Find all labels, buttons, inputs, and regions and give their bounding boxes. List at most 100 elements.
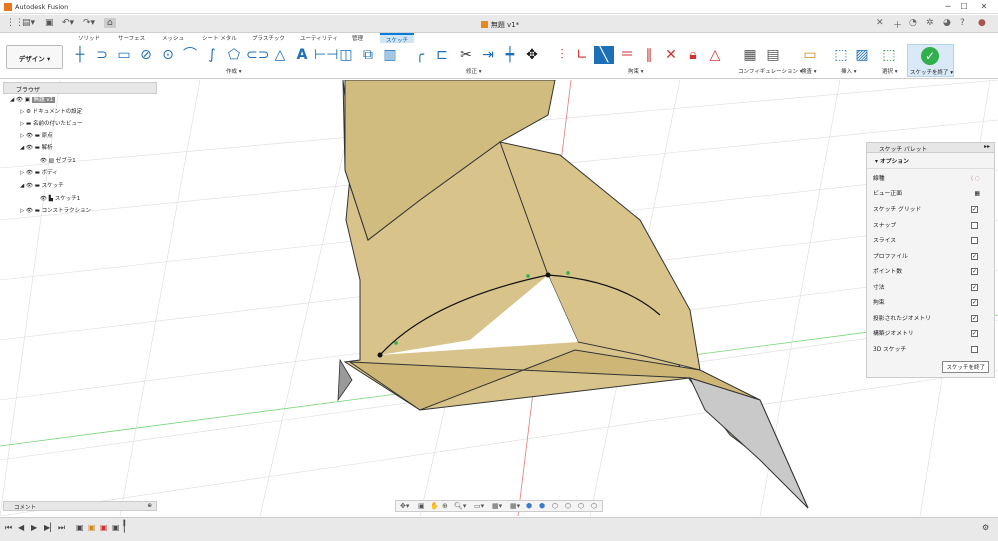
trim-icon[interactable]: ✂: [456, 46, 476, 64]
tab-manage[interactable]: 管理: [352, 34, 363, 42]
polygon-icon[interactable]: ⬠: [224, 46, 244, 64]
expand-icon[interactable]: ▸▸: [984, 144, 990, 150]
browser-item-analysis[interactable]: ◢ 👁︎ ▬ 解析: [20, 143, 53, 154]
document-tab[interactable]: 無題 v1*: [430, 17, 570, 33]
offset-curve-icon[interactable]: ⊏: [432, 46, 452, 64]
effects-icon[interactable]: ⬡: [591, 502, 597, 510]
palette-header[interactable]: スケッチ パレット ▸▸: [867, 143, 994, 153]
timeline-feature-zebra[interactable]: ▣: [100, 523, 108, 532]
timeline-feature-surface[interactable]: ▣: [76, 523, 84, 532]
browser-item-root[interactable]: ◢ 👁︎ ▣ 無題 v1: [10, 95, 56, 106]
calendar-icon[interactable]: ▦: [975, 188, 980, 200]
step-back-icon[interactable]: ◀: [18, 523, 24, 532]
redo-icon[interactable]: ↷▾: [83, 18, 95, 28]
comments-panel[interactable]: コメント ⊕: [3, 501, 157, 511]
tab-plastic[interactable]: プラスチック: [252, 34, 285, 42]
zoom-window-icon[interactable]: 🔍︎▾: [454, 502, 466, 510]
select-icon[interactable]: ⬚: [879, 46, 899, 64]
arc-icon[interactable]: ⌒: [180, 46, 200, 64]
offset-icon[interactable]: ⧉: [358, 46, 378, 64]
project-icon[interactable]: ◫: [336, 46, 356, 64]
browser-item-named-views[interactable]: ▷ ▬ 名前の付いたビュー: [20, 119, 82, 130]
timeline-feature-patch[interactable]: ▣: [88, 523, 96, 532]
image-icon[interactable]: ▨: [852, 46, 872, 64]
viewports-icon[interactable]: ▦▾: [510, 502, 520, 510]
projected-geometry-row[interactable]: 投影されたジオメトリ ✓: [873, 313, 990, 325]
move-icon[interactable]: ✥: [522, 46, 542, 64]
tab-sheet-metal[interactable]: シート メタル: [202, 34, 237, 42]
profile-row[interactable]: プロファイル ✓: [873, 251, 990, 263]
new-tab-icon[interactable]: ＋: [893, 18, 902, 31]
help-icon[interactable]: ?: [960, 18, 965, 28]
maximize-button[interactable]: ☐: [956, 2, 972, 11]
step-forward-icon[interactable]: ▶︎▏: [44, 523, 56, 532]
constraints-row[interactable]: 拘束 ✓: [873, 297, 990, 309]
3d-sketch-row[interactable]: 3D スケッチ: [873, 344, 990, 356]
timeline-marker[interactable]: ╿: [121, 520, 128, 533]
mirror-icon[interactable]: △: [270, 46, 290, 64]
measure-icon[interactable]: ▭: [800, 46, 820, 64]
extrude-icon[interactable]: ▥: [380, 46, 400, 64]
file-menu-icon[interactable]: ▤▾: [22, 18, 35, 28]
browser-panel-header[interactable]: ブラウザ: [3, 82, 157, 94]
spline-icon[interactable]: ∫: [202, 46, 222, 64]
table-icon[interactable]: ▤: [763, 46, 783, 64]
parallel-icon[interactable]: ∥: [639, 46, 659, 64]
linetype-row[interactable]: 線種 ⟨ ◌: [873, 173, 990, 185]
shaded-icon[interactable]: ⬢: [526, 502, 532, 510]
palette-finish-sketch-button[interactable]: スケッチを終了: [942, 361, 989, 373]
shaded-edges-icon[interactable]: ⬢: [539, 502, 545, 510]
fix-icon[interactable]: 🔒︎: [683, 46, 703, 64]
wireframe-icon[interactable]: ⬡: [565, 502, 571, 510]
look-at-icon[interactable]: ▣: [418, 502, 425, 510]
timeline-settings-icon[interactable]: ⚙: [982, 523, 989, 532]
go-to-end-icon[interactable]: ⏭: [58, 523, 65, 533]
slice-checkbox[interactable]: [971, 237, 978, 244]
undo-icon[interactable]: ↶▾: [62, 18, 74, 28]
browser-item-construction[interactable]: ▷ 👁︎ ▬ コンストラクション: [20, 206, 91, 217]
browser-item-sketches[interactable]: ◢ 👁︎ ▬ スケッチ: [20, 181, 64, 192]
play-icon[interactable]: ▶: [31, 523, 37, 532]
linetype-icon[interactable]: ⟨ ◌: [971, 173, 980, 185]
3d-viewport[interactable]: [0, 80, 998, 516]
close-tab-icon[interactable]: ✕: [876, 18, 884, 28]
tab-surface[interactable]: サーフェス: [118, 34, 145, 42]
curve-icon[interactable]: ⊃: [92, 46, 112, 64]
go-to-start-icon[interactable]: ⏮: [5, 523, 12, 533]
browser-item-document-settings[interactable]: ▷ ⚙ ドキュメントの設定: [20, 107, 82, 118]
snap-row[interactable]: スナップ: [873, 220, 990, 232]
construction-geometry-checkbox[interactable]: ✓: [971, 330, 978, 337]
profile-checkbox[interactable]: ✓: [971, 253, 978, 260]
dimension-icon[interactable]: ⊢⊣: [314, 46, 338, 64]
tab-utility[interactable]: ユーティリティ: [300, 34, 338, 42]
browser-item-zebra[interactable]: 👁︎ ▧ ゼブラ1: [40, 156, 76, 167]
design-workspace-button[interactable]: デザイン ▾: [6, 45, 63, 69]
grid-settings-icon[interactable]: ▦▾: [492, 502, 502, 510]
dimensions-row[interactable]: 寸法 ✓: [873, 282, 990, 294]
browser-item-origin[interactable]: ▷ 👁︎ ▬ 原点: [20, 131, 53, 142]
horizontal-vertical-icon[interactable]: ⫶: [552, 46, 572, 64]
midpoint-icon[interactable]: △: [705, 46, 725, 64]
browser-item-sketch1[interactable]: 👁︎ ▙ スケッチ1: [40, 194, 80, 205]
timeline-feature-sketch[interactable]: ▣: [112, 523, 120, 532]
spline-endpoint[interactable]: [377, 352, 383, 358]
tangent-icon[interactable]: ╲: [594, 46, 614, 64]
extensions-icon[interactable]: ✲: [926, 18, 934, 28]
options-section[interactable]: ▾ オプション: [867, 153, 994, 169]
minimize-button[interactable]: ─: [940, 2, 956, 11]
zoom-icon[interactable]: ⊕: [442, 502, 448, 510]
create-group-label[interactable]: 作成 ▾: [226, 67, 242, 75]
circle-icon[interactable]: ⊘: [136, 46, 156, 64]
extend-icon[interactable]: ⇥: [478, 46, 498, 64]
modify-group-label[interactable]: 修正 ▾: [466, 67, 482, 75]
constraints-checkbox[interactable]: ✓: [971, 299, 978, 306]
points-row[interactable]: ポイント数 ✓: [873, 266, 990, 278]
hidden-edges-icon[interactable]: ⬡: [552, 502, 558, 510]
visible-edges-icon[interactable]: ⬡: [578, 502, 584, 510]
save-icon[interactable]: ▣: [45, 18, 54, 28]
construction-geometry-row[interactable]: 構築ジオメトリ ✓: [873, 328, 990, 340]
rectangle-icon[interactable]: ▭: [114, 46, 134, 64]
finish-sketch-button[interactable]: ✓ スケッチを終了 ▾: [907, 44, 954, 77]
notifications-icon[interactable]: ◕: [943, 18, 951, 28]
inspect-group-label[interactable]: 検査 ▾: [801, 67, 817, 75]
